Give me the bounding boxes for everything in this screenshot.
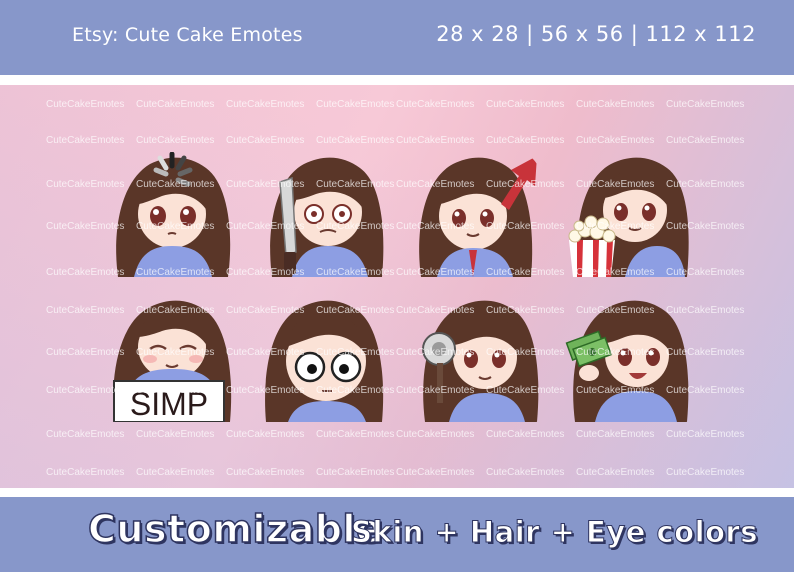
watermark-text: CuteCakeEmotes bbox=[576, 135, 655, 146]
shop-title: Etsy: Cute Cake Emotes bbox=[72, 24, 303, 46]
emote-stare bbox=[262, 297, 387, 422]
watermark-text: CuteCakeEmotes bbox=[666, 429, 745, 440]
watermark-text: CuteCakeEmotes bbox=[226, 135, 305, 146]
emote-ban bbox=[415, 297, 540, 422]
watermark-text: CuteCakeEmotes bbox=[46, 135, 125, 146]
watermark-text: CuteCakeEmotes bbox=[316, 135, 395, 146]
watermark-text: CuteCakeEmotes bbox=[226, 429, 305, 440]
watermark-text: CuteCakeEmotes bbox=[46, 429, 125, 440]
emote-sizes: 28 x 28 | 56 x 56 | 112 x 112 bbox=[436, 22, 756, 46]
emote-popcorn bbox=[565, 152, 690, 277]
watermark-text: CuteCakeEmotes bbox=[666, 135, 745, 146]
watermark-text: CuteCakeEmotes bbox=[396, 135, 475, 146]
watermark-text: CuteCakeEmotes bbox=[576, 429, 655, 440]
watermark-text: CuteCakeEmotes bbox=[486, 429, 565, 440]
watermark-text: CuteCakeEmotes bbox=[396, 99, 475, 110]
emote-loading bbox=[110, 152, 235, 277]
watermark-text: CuteCakeEmotes bbox=[136, 429, 215, 440]
watermark-text: CuteCakeEmotes bbox=[486, 467, 565, 478]
simp-sign-text: SIMP bbox=[130, 386, 208, 422]
emote-knife bbox=[262, 152, 387, 277]
watermark-text: CuteCakeEmotes bbox=[666, 99, 745, 110]
watermark-text: CuteCakeEmotes bbox=[226, 99, 305, 110]
watermark-text: CuteCakeEmotes bbox=[576, 467, 655, 478]
customizable-label: Customizable bbox=[87, 506, 383, 552]
watermark-text: CuteCakeEmotes bbox=[486, 135, 565, 146]
emote-preview-canvas: SIMP CuteCakeEmotes CuteCakeEmotes CuteC… bbox=[0, 85, 794, 488]
bottom-banner: Customizable Skin + Hair + Eye colors bbox=[0, 497, 794, 572]
emote-simp: SIMP bbox=[110, 297, 235, 422]
watermark-text: CuteCakeEmotes bbox=[316, 99, 395, 110]
watermark-text: CuteCakeEmotes bbox=[396, 429, 475, 440]
watermark-text: CuteCakeEmotes bbox=[316, 467, 395, 478]
watermark-text: CuteCakeEmotes bbox=[226, 467, 305, 478]
watermark-text: CuteCakeEmotes bbox=[576, 99, 655, 110]
watermark-text: CuteCakeEmotes bbox=[486, 99, 565, 110]
watermark-text: CuteCakeEmotes bbox=[46, 467, 125, 478]
watermark-text: CuteCakeEmotes bbox=[136, 99, 215, 110]
top-banner: Etsy: Cute Cake Emotes 28 x 28 | 56 x 56… bbox=[0, 0, 794, 75]
watermark-text: CuteCakeEmotes bbox=[46, 99, 125, 110]
emote-money bbox=[565, 297, 690, 422]
customization-options: Skin + Hair + Eye colors bbox=[351, 515, 758, 550]
watermark-text: CuteCakeEmotes bbox=[136, 135, 215, 146]
watermark-text: CuteCakeEmotes bbox=[666, 467, 745, 478]
watermark-text: CuteCakeEmotes bbox=[136, 467, 215, 478]
watermark-text: CuteCakeEmotes bbox=[396, 467, 475, 478]
watermark-text: CuteCakeEmotes bbox=[316, 429, 395, 440]
emote-stonks bbox=[415, 152, 540, 277]
